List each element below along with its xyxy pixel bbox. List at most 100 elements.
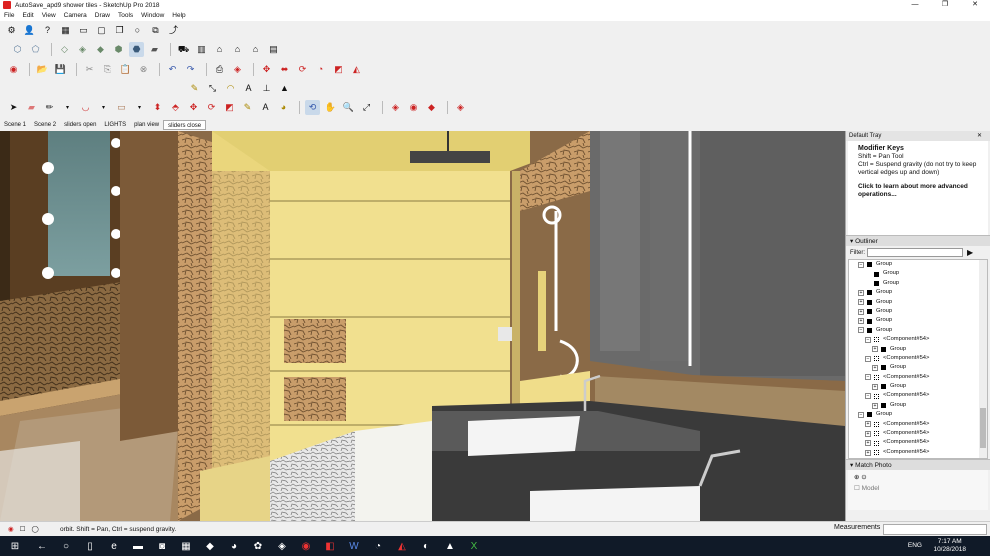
outliner-row[interactable]: − <Component#54> — [849, 373, 987, 382]
menu-edit[interactable]: Edit — [22, 12, 33, 19]
expand-toggle-icon[interactable]: + — [858, 308, 864, 315]
menu-file[interactable]: File — [4, 12, 14, 19]
open-icon[interactable]: 📂 — [35, 62, 50, 77]
app-icon-3[interactable]: ◔ — [366, 536, 390, 556]
expand-toggle-icon[interactable]: + — [858, 318, 864, 325]
expand-toggle-icon[interactable]: + — [865, 449, 871, 456]
expand-toggle-icon[interactable]: + — [865, 421, 871, 428]
pencil-icon[interactable]: ✏ — [42, 100, 57, 115]
outliner-row[interactable]: − Group — [849, 260, 987, 269]
settings-icon[interactable]: ✿ — [246, 536, 270, 556]
outliner-row[interactable]: + Group — [849, 363, 987, 372]
excel-icon[interactable]: X — [462, 536, 486, 556]
zoom-extents-icon[interactable]: ⤢ — [359, 100, 374, 115]
chrome-icon[interactable]: ◕ — [222, 536, 246, 556]
outliner-row[interactable]: − Group — [849, 326, 987, 335]
scene-tab-sliders-close[interactable]: sliders close — [163, 120, 207, 130]
menu-camera[interactable]: Camera — [64, 12, 87, 19]
expand-toggle-icon[interactable]: + — [872, 402, 878, 409]
outliner-row[interactable]: Group — [849, 279, 987, 288]
model-checkbox[interactable]: ☐ — [854, 485, 860, 492]
menu-window[interactable]: Window — [141, 12, 164, 19]
zoom-icon[interactable]: 🔍 — [341, 100, 356, 115]
text-2-icon[interactable]: A — [258, 100, 273, 115]
save-icon[interactable]: 💾 — [53, 62, 68, 77]
follow-me-icon[interactable]: ◔ — [313, 62, 328, 77]
arc-icon[interactable]: ◡ — [78, 100, 93, 115]
outliner-row[interactable]: − Group — [849, 410, 987, 419]
rotate-2-icon[interactable]: ⟳ — [204, 100, 219, 115]
maximize-button[interactable]: ❐ — [930, 0, 960, 10]
match-photo-header[interactable]: ▾ Match Photo — [846, 459, 990, 470]
text-icon[interactable]: A — [241, 81, 256, 96]
menu-help[interactable]: Help — [172, 12, 185, 19]
paint-icon[interactable]: ⬘ — [168, 100, 183, 115]
orbit-icon[interactable]: ⟲ — [305, 100, 320, 115]
outliner-row[interactable]: + Group — [849, 288, 987, 297]
xray-icon[interactable]: ◇ — [57, 42, 72, 57]
outliner-row[interactable]: + Group — [849, 382, 987, 391]
learn-more-link[interactable]: Click to learn about more advanced opera… — [858, 183, 978, 199]
move-2-icon[interactable]: ✥ — [186, 100, 201, 115]
outliner-row[interactable]: − <Component#54> — [849, 391, 987, 400]
scene-tab-2[interactable]: Scene 2 — [30, 120, 60, 130]
tape-icon[interactable]: ✎ — [240, 100, 255, 115]
protractor-icon[interactable]: ◠ — [223, 81, 238, 96]
monochrome-icon[interactable]: ▰ — [147, 42, 162, 57]
dimension-icon[interactable]: ⤡ — [205, 81, 220, 96]
undo-icon[interactable]: ↶ — [165, 62, 180, 77]
scene-tab-plan-view[interactable]: plan view — [130, 120, 163, 130]
model-info-icon[interactable]: ◈ — [230, 62, 245, 77]
outliner-row[interactable]: + <Component#54> — [849, 438, 987, 447]
sketchup-taskbar-icon[interactable]: ◉ — [294, 536, 318, 556]
expand-toggle-icon[interactable]: − — [858, 327, 864, 334]
outliner-row[interactable]: − <Component#54> — [849, 354, 987, 363]
gear-icon[interactable]: ⚙ — [4, 23, 19, 38]
app-icon-4[interactable]: ◐ — [414, 536, 438, 556]
outliner-options-icon[interactable]: ▶ — [967, 248, 973, 257]
book-icon[interactable]: ▥ — [194, 42, 209, 57]
outliner-row[interactable]: +tops — [849, 457, 987, 458]
eraser-icon[interactable]: ▰ — [24, 100, 39, 115]
page-icon[interactable]: ▢ — [94, 23, 109, 38]
minimize-button[interactable]: — — [900, 0, 930, 10]
expand-toggle-icon[interactable]: − — [865, 374, 871, 381]
chevron-down-3-icon[interactable]: ▾ — [132, 100, 147, 115]
move-icon[interactable]: ✥ — [259, 62, 274, 77]
app-icon-1[interactable]: ◆ — [198, 536, 222, 556]
rotate-icon[interactable]: ⟳ — [295, 62, 310, 77]
outliner-row[interactable]: + Group — [849, 316, 987, 325]
expand-toggle-icon[interactable]: − — [858, 261, 864, 268]
circle-icon[interactable]: ○ — [130, 23, 145, 38]
help-icon[interactable]: ? — [40, 23, 55, 38]
outliner-scrollbar[interactable] — [979, 260, 987, 458]
tape-measure-icon[interactable]: ✎ — [187, 81, 202, 96]
house-3-icon[interactable]: ⌂ — [248, 42, 263, 57]
zoom-photo-icon[interactable]: ⊙ — [861, 474, 866, 481]
outliner-header[interactable]: ▾ Outliner — [846, 235, 990, 246]
geo-location-icon[interactable]: ◉ — [8, 525, 14, 533]
expand-toggle-icon[interactable]: + — [858, 289, 864, 296]
push-icon[interactable]: ⬍ — [150, 100, 165, 115]
layout-taskbar-icon[interactable]: ◧ — [318, 536, 342, 556]
credits-icon[interactable]: ☐ — [20, 525, 26, 533]
acrobat-icon[interactable]: ◭ — [390, 536, 414, 556]
add-photo-icon[interactable]: ⊕ — [854, 474, 859, 481]
expand-toggle-icon[interactable]: − — [865, 336, 871, 343]
house-icon[interactable]: ⌂ — [212, 42, 227, 57]
select-icon[interactable]: ➤ — [6, 100, 21, 115]
axes-icon[interactable]: ⊥ — [259, 81, 274, 96]
component-icon[interactable]: ◉ — [6, 62, 21, 77]
extension-icon[interactable]: ◆ — [424, 100, 439, 115]
chevron-down-icon[interactable]: ▾ — [60, 100, 75, 115]
outliner-scroll-thumb[interactable] — [980, 408, 986, 448]
layout-icon[interactable]: ▦ — [58, 23, 73, 38]
hidden-line-icon[interactable]: ◆ — [93, 42, 108, 57]
language-indicator[interactable]: ENG — [908, 542, 922, 549]
start-icon[interactable]: ⊞ — [0, 536, 30, 556]
paste-icon[interactable]: 📋 — [118, 62, 133, 77]
expand-toggle-icon[interactable]: + — [872, 346, 878, 353]
word-icon[interactable]: W — [342, 536, 366, 556]
ruby-icon[interactable]: ◈ — [453, 100, 468, 115]
outliner-row[interactable]: + <Component#54> — [849, 448, 987, 457]
